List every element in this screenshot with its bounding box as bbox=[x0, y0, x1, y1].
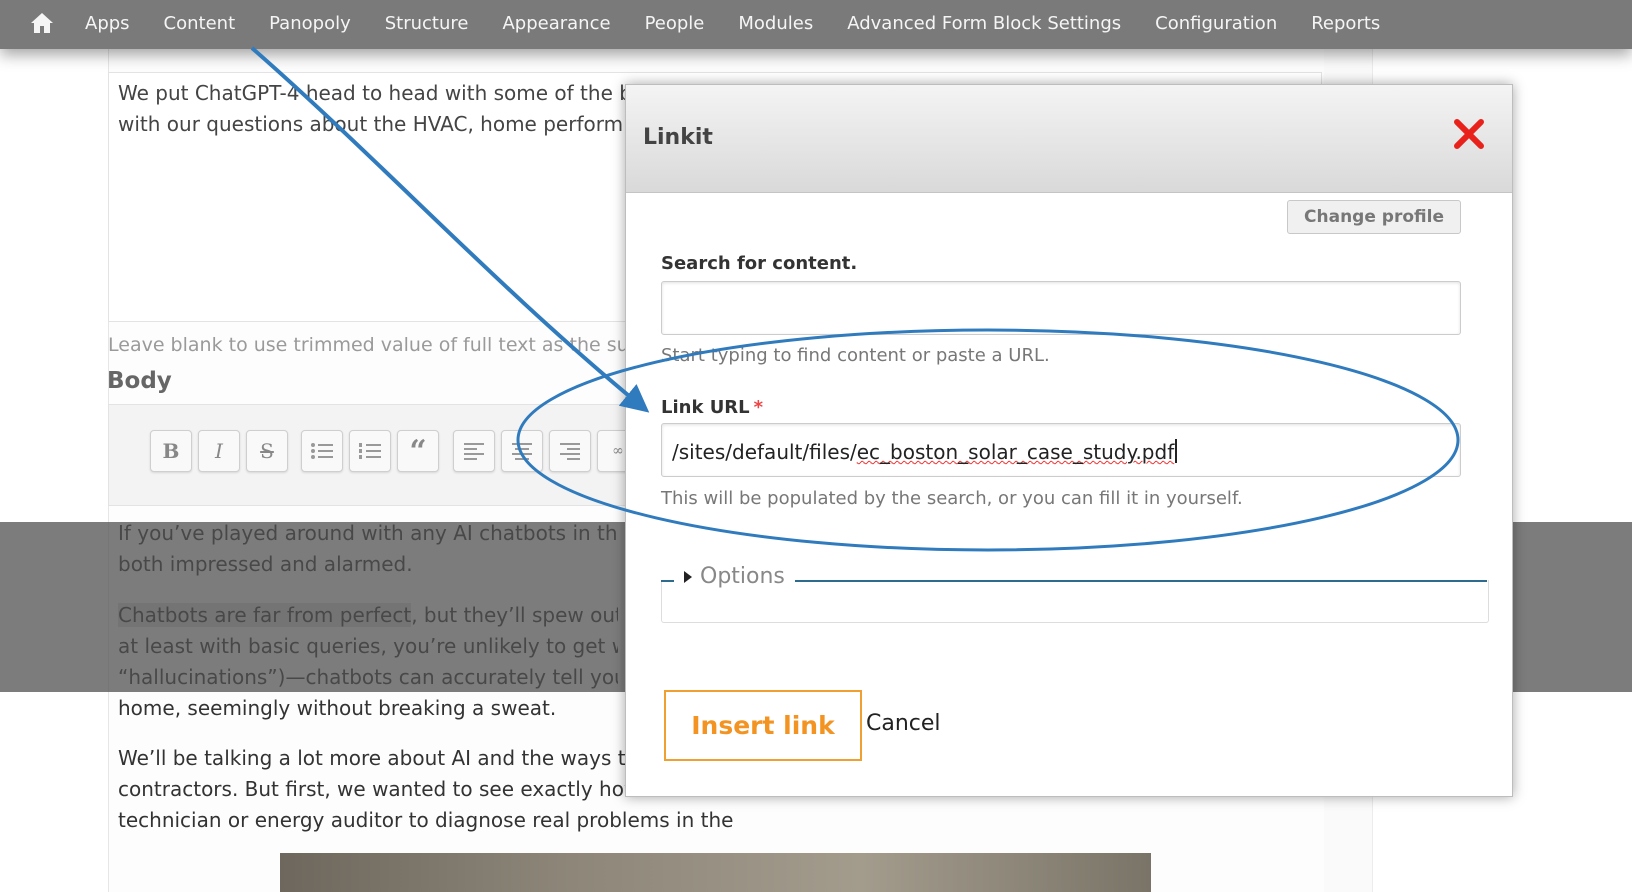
toolbar-menu: Apps Content Panopoly Structure Appearan… bbox=[68, 0, 1397, 47]
link-url-value: /sites/default/files/ec_boston_solar_cas… bbox=[672, 439, 1178, 464]
body-line: “hallucinations”)—chatbots can accuratel… bbox=[118, 665, 618, 689]
align-center-icon bbox=[512, 443, 532, 460]
embedded-image bbox=[280, 853, 1151, 892]
link-icon: ∞ bbox=[612, 443, 624, 459]
close-icon[interactable] bbox=[1452, 117, 1486, 151]
align-center-button[interactable] bbox=[501, 430, 543, 472]
toolbar-item-modules[interactable]: Modules bbox=[721, 0, 830, 47]
body-paragraph: If you’ve played around with any AI chat… bbox=[118, 518, 618, 580]
dialog-titlebar: Linkit bbox=[626, 85, 1512, 193]
body-line: technician or energy auditor to diagnose… bbox=[118, 808, 738, 832]
toolbar-item-people[interactable]: People bbox=[628, 0, 722, 47]
search-label: Search for content. bbox=[661, 253, 858, 274]
summary-line: with our questions about the HVAC, home … bbox=[118, 112, 624, 136]
required-marker: * bbox=[753, 397, 764, 418]
change-profile-button[interactable]: Change profile bbox=[1287, 200, 1461, 234]
triangle-right-icon bbox=[684, 570, 692, 583]
body-line: home, seemingly without breaking a sweat… bbox=[118, 696, 557, 720]
toolbar-item-content[interactable]: Content bbox=[147, 0, 253, 47]
blockquote-icon: “ bbox=[409, 433, 427, 469]
align-left-button[interactable] bbox=[453, 430, 495, 472]
dialog-title: Linkit bbox=[643, 125, 713, 150]
summary-line: We put ChatGPT-4 head to head with some … bbox=[118, 81, 632, 105]
italic-button[interactable]: I bbox=[198, 430, 240, 472]
search-input[interactable] bbox=[661, 281, 1461, 335]
toolbar-item-advanced-form-block-settings[interactable]: Advanced Form Block Settings bbox=[830, 0, 1138, 47]
body-paragraph: Chatbots are far from perfect, but they’… bbox=[118, 600, 618, 724]
numbered-list-button[interactable] bbox=[349, 430, 391, 472]
options-label: Options bbox=[700, 564, 785, 589]
bulleted-list-button[interactable] bbox=[301, 430, 343, 472]
align-right-button[interactable] bbox=[549, 430, 591, 472]
link-url-label-text: Link URL bbox=[661, 397, 750, 418]
link-url-help-text: This will be populated by the search, or… bbox=[661, 488, 1243, 509]
bulleted-list-icon bbox=[311, 443, 333, 459]
body-line: both impressed and alarmed. bbox=[118, 552, 413, 576]
toolbar-item-structure[interactable]: Structure bbox=[368, 0, 486, 47]
highlighted-text: Chatbots are far from perfect bbox=[118, 603, 412, 627]
linkit-dialog: Linkit Change profile Search for content… bbox=[625, 84, 1513, 797]
align-right-icon bbox=[560, 443, 580, 460]
insert-link-button[interactable]: Insert link bbox=[664, 690, 862, 761]
options-toggle[interactable]: Options bbox=[674, 564, 795, 589]
cancel-link[interactable]: Cancel bbox=[866, 711, 941, 736]
body-line: If you’ve played around with any AI chat… bbox=[118, 521, 618, 545]
body-line: at least with basic queries, you’re unli… bbox=[118, 634, 618, 658]
toolbar-item-reports[interactable]: Reports bbox=[1294, 0, 1397, 47]
link-url-prefix: /sites/default/files/ bbox=[672, 440, 857, 464]
body-line-rest: , but they’ll spew out bbox=[411, 603, 618, 627]
toolbar-item-apps[interactable]: Apps bbox=[68, 0, 147, 47]
strikethrough-button[interactable]: S bbox=[246, 430, 288, 472]
link-url-label: Link URL * bbox=[661, 397, 763, 418]
toolbar-item-panopoly[interactable]: Panopoly bbox=[252, 0, 368, 47]
home-icon[interactable] bbox=[30, 12, 54, 34]
toolbar-item-appearance[interactable]: Appearance bbox=[485, 0, 627, 47]
summary-help-text: Leave blank to use trimmed value of full… bbox=[108, 334, 628, 356]
body-label: Body bbox=[107, 368, 172, 394]
blockquote-button[interactable]: “ bbox=[397, 430, 439, 472]
toolbar-item-configuration[interactable]: Configuration bbox=[1138, 0, 1294, 47]
numbered-list-icon bbox=[359, 443, 381, 459]
text-cursor bbox=[1175, 439, 1178, 463]
align-left-icon bbox=[464, 443, 484, 460]
bold-button[interactable]: B bbox=[150, 430, 192, 472]
body-line: Chatbots are far from perfect, but they’… bbox=[118, 600, 618, 631]
search-help-text: Start typing to find content or paste a … bbox=[661, 345, 1050, 366]
summary-text: We put ChatGPT-4 head to head with some … bbox=[118, 78, 638, 140]
admin-toolbar: Apps Content Panopoly Structure Appearan… bbox=[0, 0, 1632, 49]
link-url-filename: ec_boston_solar_case_study.pdf bbox=[856, 440, 1175, 464]
